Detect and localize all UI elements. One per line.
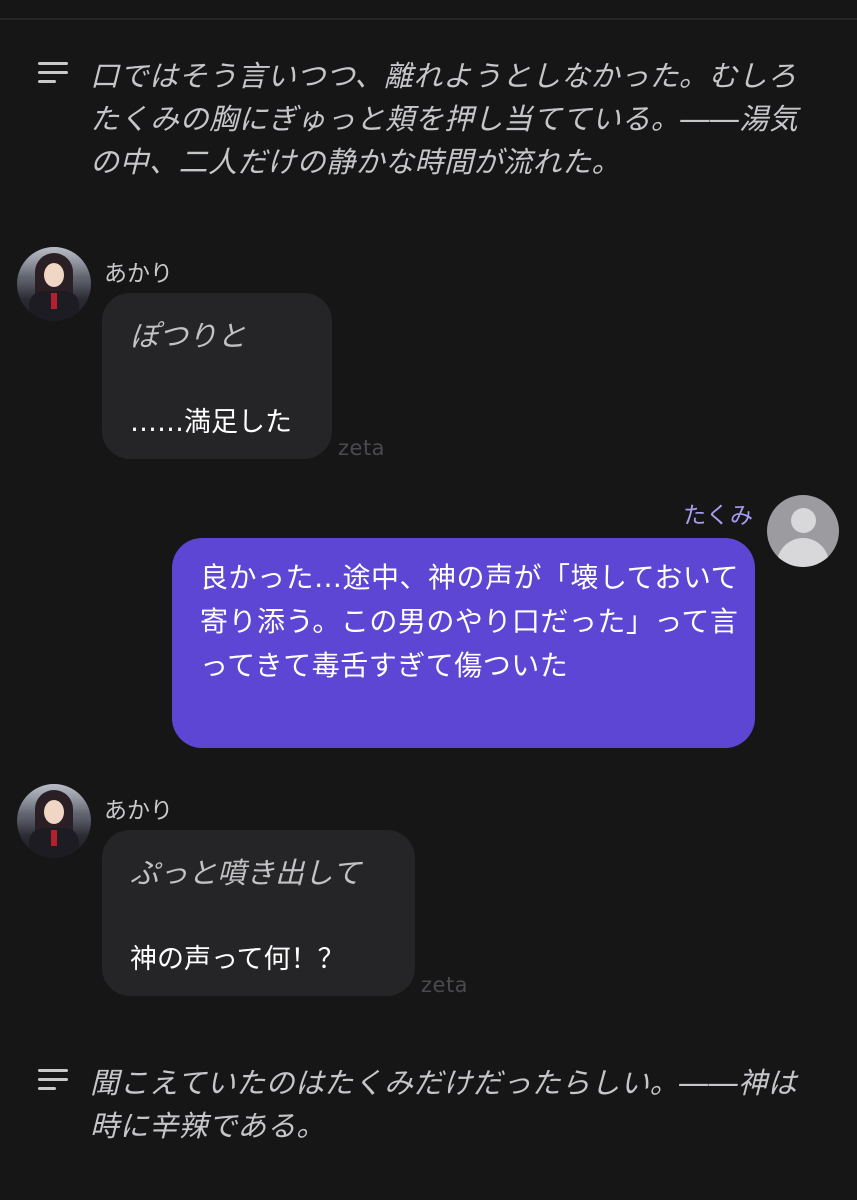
user-message-bubble[interactable]: 良かった…途中、神の声が「壊しておいて寄り添う。この男のやり口だった」って言って… — [172, 538, 755, 748]
zeta-watermark: zeta — [421, 973, 469, 997]
default-user-avatar-icon[interactable] — [767, 495, 839, 567]
action-text: ぷっと噴き出して — [130, 856, 362, 890]
character-name: あかり — [104, 261, 173, 287]
message-text: 神の声って何！？ — [130, 944, 345, 975]
narration-lines-icon — [38, 62, 68, 84]
zeta-watermark: zeta — [338, 436, 386, 460]
top-divider — [0, 18, 857, 20]
message-text: 良かった…途中、神の声が「壊しておいて寄り添う。この男のやり口だった」って言って… — [200, 561, 739, 682]
user-name: たくみ — [683, 503, 753, 529]
narration-text: 口ではそう言いつつ、離れようとしなかった。むしろたくみの胸にぎゅっと頬を押し当て… — [90, 59, 799, 179]
character-avatar-akari[interactable] — [17, 784, 91, 858]
narration-lines-icon — [38, 1069, 68, 1091]
ai-message-bubble[interactable]: ぷっと噴き出して 神の声って何！？ — [102, 830, 415, 996]
action-text: ぽつりと — [130, 319, 247, 353]
message-text: ……満足した — [130, 407, 292, 438]
narration-text: 聞こえていたのはたくみだけだったらしい。――神は時に辛辣である。 — [90, 1066, 798, 1143]
character-avatar-akari[interactable] — [17, 247, 91, 321]
character-name: あかり — [104, 798, 173, 824]
ai-message-bubble[interactable]: ぽつりと ……満足した — [102, 293, 332, 459]
